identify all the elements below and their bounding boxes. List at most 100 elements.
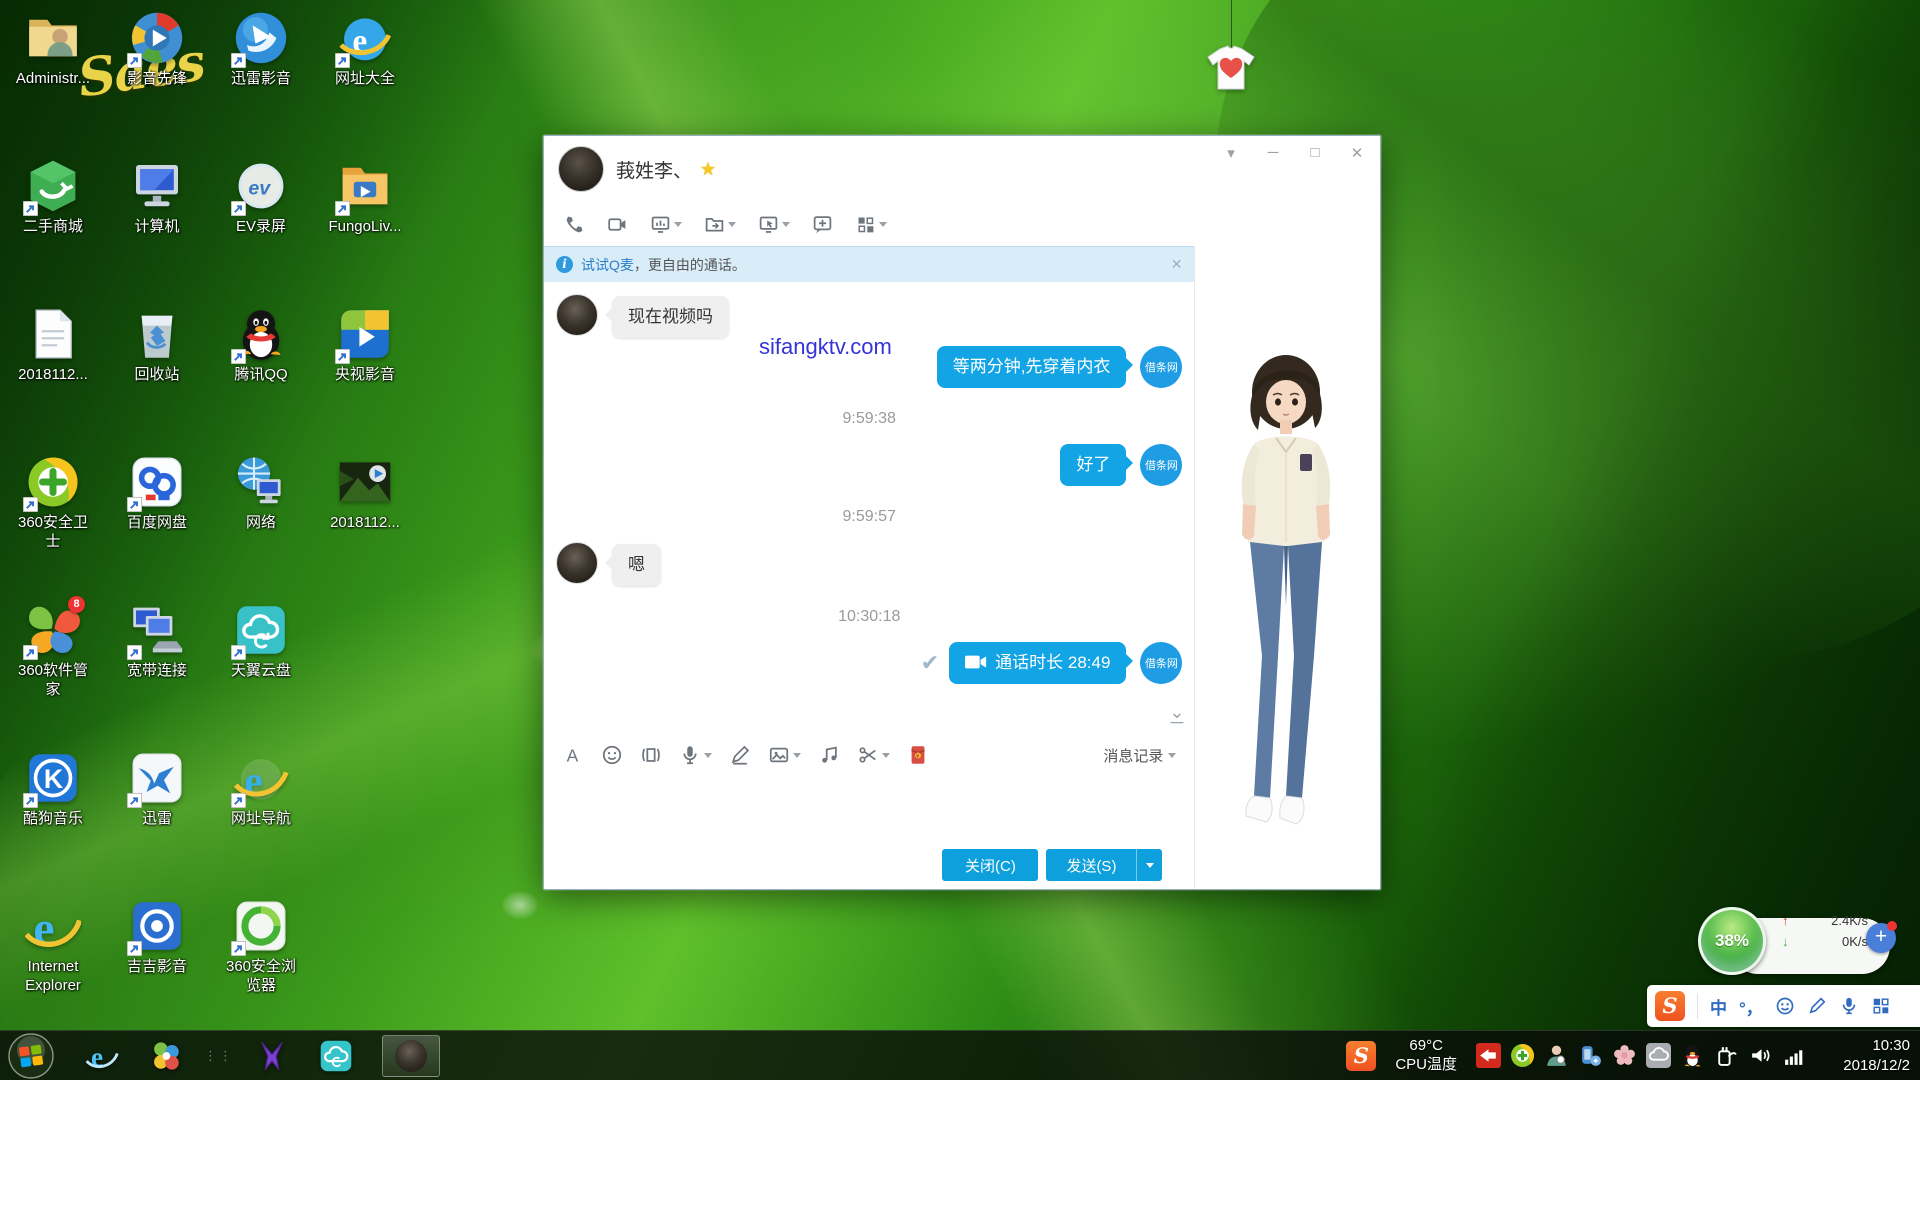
fungolive[interactable]: FungoLiv... xyxy=(316,158,414,237)
peer-message-avatar[interactable] xyxy=(556,542,598,584)
tengxun-qq[interactable]: 腾讯QQ xyxy=(212,306,310,385)
scroll-to-bottom-icon[interactable]: ⌄─ xyxy=(1169,707,1184,727)
ershou-shangcheng[interactable]: 二手商城 xyxy=(4,158,102,237)
remote-desktop-icon[interactable] xyxy=(758,214,790,235)
taskbar-active-qq-window[interactable] xyxy=(382,1035,440,1077)
self-message-avatar[interactable]: 借条网 xyxy=(1140,346,1182,388)
message-input[interactable] xyxy=(544,777,1194,841)
video-call-icon[interactable] xyxy=(607,214,628,235)
language-mode-toggle[interactable]: 中 xyxy=(1710,994,1727,1019)
volume-icon[interactable] xyxy=(1748,1043,1773,1068)
mic-icon[interactable] xyxy=(1839,996,1859,1016)
close-button[interactable]: ✕ xyxy=(1346,144,1368,162)
speed-widget[interactable]: 38% ↑2.4K/s ↓0K/s + xyxy=(1698,903,1893,989)
dropdown-caret-icon[interactable] xyxy=(728,222,736,227)
minimize-button[interactable]: ─ xyxy=(1262,144,1284,162)
font-icon[interactable]: A xyxy=(562,744,584,766)
screen-share-icon[interactable] xyxy=(650,214,682,235)
punctuation-toggle[interactable]: °， xyxy=(1739,994,1763,1019)
send-file-icon[interactable] xyxy=(704,214,736,235)
dropdown-caret-icon[interactable] xyxy=(879,222,887,227)
peer-message-avatar[interactable] xyxy=(556,294,598,336)
tshirt-pet-widget[interactable] xyxy=(1203,0,1259,96)
qq-tray-icon[interactable] xyxy=(1680,1043,1705,1068)
emoji-icon[interactable] xyxy=(601,744,623,766)
self-message-avatar[interactable]: 借条网 xyxy=(1140,642,1182,684)
banner-link[interactable]: 试试Q麦 xyxy=(581,255,634,275)
send-options-caret-icon[interactable] xyxy=(1136,849,1162,881)
shortcut-arrow-icon xyxy=(127,941,142,956)
screenshot-icon[interactable] xyxy=(857,744,890,766)
voice-message-icon[interactable] xyxy=(679,744,712,766)
ads-blocker-icon[interactable] xyxy=(1476,1043,1501,1068)
360-anquan-weishi[interactable]: 360安全卫 士 xyxy=(4,454,102,552)
wangluo[interactable]: 网络 xyxy=(212,454,310,533)
voice-call-icon[interactable] xyxy=(564,214,585,235)
dropdown-caret-icon[interactable] xyxy=(882,753,890,758)
dropdown-caret-icon[interactable] xyxy=(704,753,712,758)
peer-avatar[interactable] xyxy=(558,146,604,192)
send-button[interactable]: 发送(S) xyxy=(1046,849,1136,881)
svg-text:A: A xyxy=(567,745,579,765)
kuandai-lianjie[interactable]: 宽带连接 xyxy=(108,602,206,681)
taskbar-ie[interactable]: e xyxy=(85,1039,119,1073)
network-signal-icon[interactable] xyxy=(1782,1043,1807,1068)
close-chat-button[interactable]: 关闭(C) xyxy=(942,849,1038,881)
handwriting-icon[interactable] xyxy=(729,744,751,766)
tianyi-yunpan[interactable]: 天翼云盘 xyxy=(212,602,310,681)
yingyin-xianfeng[interactable]: 影音先锋 xyxy=(108,10,206,89)
memory-ball[interactable]: 38% xyxy=(1698,907,1766,975)
xunlei-yingyin[interactable]: 迅雷影音 xyxy=(212,10,310,89)
window-shake-icon[interactable] xyxy=(640,744,662,766)
ev-luping[interactable]: evEV录屏 xyxy=(212,158,310,237)
360-ruanjian-guanjia[interactable]: 8360软件管 家 xyxy=(4,602,102,700)
wangzhi-daohang[interactable]: e网址导航 xyxy=(212,750,310,829)
baidu-wangpan[interactable]: 百度网盘 xyxy=(108,454,206,533)
self-message-avatar[interactable]: 借条网 xyxy=(1140,444,1182,486)
taskbar-clock[interactable]: 10:30 2018/12/2 xyxy=(1826,1036,1910,1075)
taskbar-vagaa[interactable] xyxy=(255,1039,289,1073)
huishouzhan[interactable]: 回收站 xyxy=(108,306,206,385)
dropdown-caret-icon[interactable] xyxy=(782,222,790,227)
red-packet-icon[interactable]: ¥ xyxy=(907,744,929,766)
internet-explorer[interactable]: eInternet Explorer xyxy=(4,898,102,996)
taskbar-sogou-browser[interactable] xyxy=(149,1039,183,1073)
wangzhi-daquan[interactable]: e网址大全 xyxy=(316,10,414,89)
sogou-logo[interactable]: S xyxy=(1655,991,1685,1021)
banner-close-icon[interactable]: ✕ xyxy=(1171,256,1183,273)
sogou-tray-icon[interactable]: S xyxy=(1346,1041,1376,1071)
360-security-icon[interactable] xyxy=(1510,1043,1535,1068)
desktop-icon-label: 网址导航 xyxy=(212,810,310,829)
dropdown-caret-icon[interactable] xyxy=(674,222,682,227)
yangshi-yingyin[interactable]: 央视影音 xyxy=(316,306,414,385)
360-liulanqi[interactable]: 360安全浏 览器 xyxy=(212,898,310,996)
phone-assist-icon[interactable] xyxy=(1578,1043,1603,1068)
handwriting-icon[interactable] xyxy=(1807,996,1827,1016)
create-chat-icon[interactable] xyxy=(812,214,833,235)
emoji-icon[interactable] xyxy=(1775,996,1795,1016)
xunlei[interactable]: 迅雷 xyxy=(108,750,206,829)
taskbar-left: e⋮⋮ xyxy=(0,1031,368,1080)
window-titlebar[interactable]: 莪姓李、 ★ ▾ ─ □ ✕ xyxy=(544,136,1380,202)
accelerate-plus-icon[interactable]: + xyxy=(1866,923,1896,953)
video-2018112[interactable]: 2018112... xyxy=(316,454,414,533)
jisuanji[interactable]: 计算机 xyxy=(108,158,206,237)
start-button[interactable] xyxy=(8,1033,54,1079)
maximize-button[interactable]: □ xyxy=(1304,144,1326,162)
chat-history-button[interactable]: 消息记录 xyxy=(1103,745,1176,766)
remote-assist-icon[interactable] xyxy=(1544,1043,1569,1068)
flower-plugin-icon[interactable] xyxy=(1612,1043,1637,1068)
toolbox-grid-icon[interactable] xyxy=(1871,996,1891,1016)
power-plan-icon[interactable] xyxy=(1714,1043,1739,1068)
cloud-sync-icon[interactable] xyxy=(1646,1043,1671,1068)
doc-2018112[interactable]: 2018112... xyxy=(4,306,102,385)
music-icon[interactable] xyxy=(818,744,840,766)
kugou-yinyue[interactable]: K酷狗音乐 xyxy=(4,750,102,829)
taskbar-tianyi-cloud[interactable] xyxy=(319,1039,353,1073)
jiji-yingyin[interactable]: 吉吉影音 xyxy=(108,898,206,977)
administrator-folder[interactable]: Administr... xyxy=(4,10,102,89)
image-icon[interactable] xyxy=(768,744,801,766)
window-menu-caret-icon[interactable]: ▾ xyxy=(1220,144,1242,162)
dropdown-caret-icon[interactable] xyxy=(793,753,801,758)
apps-grid-icon[interactable] xyxy=(855,214,887,235)
